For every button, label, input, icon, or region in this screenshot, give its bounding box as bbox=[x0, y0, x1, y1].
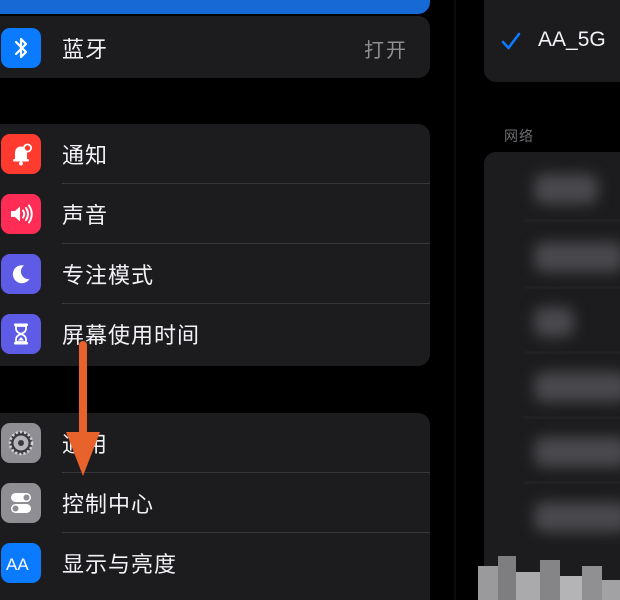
bluetooth-icon bbox=[1, 28, 41, 68]
settings-sidebar: 蓝牙 打开 通知 声音 专注模式 屏幕使用时间 通用 控制中心 AA 显示与亮度 bbox=[0, 0, 430, 600]
toggles-icon bbox=[1, 483, 41, 523]
notification-bell-icon bbox=[1, 134, 41, 174]
blurred-network-row[interactable] bbox=[534, 502, 620, 532]
networks-list-blurred bbox=[484, 152, 620, 600]
settings-screen: 蓝牙 打开 通知 声音 专注模式 屏幕使用时间 通用 控制中心 AA 显示与亮度… bbox=[0, 0, 620, 600]
blurred-network-row[interactable] bbox=[534, 174, 598, 204]
display-aa-icon: AA bbox=[1, 543, 41, 583]
settings-item-screen-time[interactable]: 屏幕使用时间 bbox=[0, 304, 430, 364]
row-divider bbox=[524, 220, 620, 221]
row-divider bbox=[524, 287, 620, 288]
connected-network-card: AA_5G bbox=[484, 0, 620, 82]
general-label: 通用 bbox=[62, 433, 109, 458]
settings-item-focus[interactable]: 专注模式 bbox=[0, 244, 430, 304]
notifications-group: 通知 声音 专注模式 屏幕使用时间 bbox=[0, 124, 430, 366]
moon-icon bbox=[1, 254, 41, 294]
checkmark-icon bbox=[501, 32, 521, 50]
blurred-network-row[interactable] bbox=[534, 372, 620, 402]
blurred-network-row[interactable] bbox=[534, 307, 574, 337]
connectivity-group: 蓝牙 打开 bbox=[0, 16, 430, 78]
bluetooth-status: 打开 bbox=[364, 37, 408, 62]
gear-icon bbox=[1, 423, 41, 463]
notifications-label: 通知 bbox=[62, 144, 109, 169]
selected-row-wlan[interactable] bbox=[0, 0, 430, 14]
hourglass-icon bbox=[1, 314, 41, 354]
bluetooth-label: 蓝牙 bbox=[62, 38, 109, 63]
speaker-icon bbox=[1, 194, 41, 234]
connected-network-name: AA_5G bbox=[538, 28, 606, 51]
focus-label: 专注模式 bbox=[62, 264, 155, 289]
row-divider bbox=[524, 417, 620, 418]
row-divider bbox=[524, 482, 620, 483]
general-group: 通用 控制中心 AA 显示与亮度 bbox=[0, 413, 430, 600]
sounds-label: 声音 bbox=[62, 204, 109, 229]
network-row-connected[interactable]: AA_5G bbox=[484, 16, 620, 66]
svg-text:AA: AA bbox=[6, 555, 29, 574]
settings-item-bluetooth[interactable]: 蓝牙 打开 bbox=[0, 18, 430, 78]
control-center-label: 控制中心 bbox=[62, 493, 155, 518]
settings-item-display-brightness[interactable]: AA 显示与亮度 bbox=[0, 533, 430, 593]
settings-item-notifications[interactable]: 通知 bbox=[0, 124, 430, 184]
row-divider bbox=[524, 352, 620, 353]
screen-time-label: 屏幕使用时间 bbox=[62, 324, 201, 349]
networks-section-title: 网络 bbox=[504, 129, 534, 145]
settings-item-general[interactable]: 通用 bbox=[0, 413, 430, 473]
blurred-network-row[interactable] bbox=[534, 242, 620, 272]
display-brightness-label: 显示与亮度 bbox=[62, 553, 178, 578]
settings-item-sounds[interactable]: 声音 bbox=[0, 184, 430, 244]
settings-item-control-center[interactable]: 控制中心 bbox=[0, 473, 430, 533]
blurred-network-row[interactable] bbox=[534, 437, 620, 467]
wifi-detail-pane: AA_5G 网络 bbox=[456, 0, 620, 600]
